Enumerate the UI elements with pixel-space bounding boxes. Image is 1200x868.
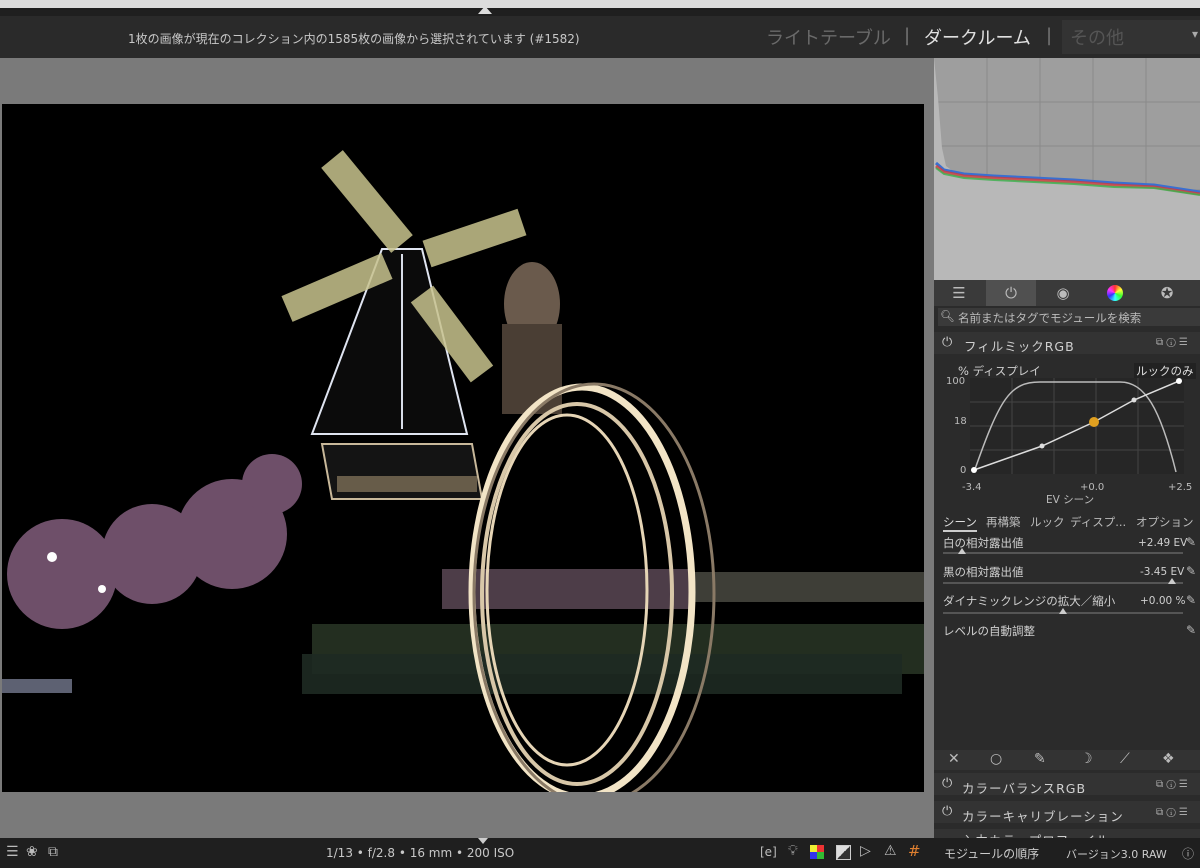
param-value[interactable]: +2.49 EV	[1138, 537, 1187, 549]
picker-icon[interactable]: ✎	[1186, 593, 1196, 607]
search-icon: 🔍︎	[940, 309, 955, 323]
module-controls-icon[interactable]: ⧉ ⓘ ☰	[1156, 337, 1188, 348]
white-slider[interactable]	[943, 552, 1183, 554]
power-icon[interactable]: ⏻	[986, 280, 1036, 306]
top-panel-handle[interactable]	[0, 0, 1200, 8]
x-tick: -3.4	[962, 482, 982, 493]
param-label: 白の相対露出値	[943, 536, 1024, 550]
parametric-icon[interactable]: ⟋	[1120, 751, 1130, 767]
grid-icon[interactable]: #	[908, 842, 921, 860]
collapse-top-arrow-icon[interactable]	[478, 6, 492, 14]
softproof-icon[interactable]	[810, 845, 824, 859]
slider-handle[interactable]	[1168, 578, 1176, 584]
module-title: フィルミックRGB	[964, 339, 1075, 354]
power-icon[interactable]: ⏻	[942, 776, 952, 791]
histogram-plot	[934, 58, 1200, 280]
module-controls-icon[interactable]: ⧉ ⓘ ☰	[1156, 807, 1188, 818]
path-icon[interactable]: ☽	[1080, 751, 1093, 767]
warning-icon[interactable]: ⚠	[884, 843, 897, 859]
focus-peaking-icon[interactable]: [e]	[760, 845, 777, 859]
x-caption: EV シーン	[1046, 494, 1095, 506]
picker-icon[interactable]: ✎	[1186, 564, 1196, 578]
module-title: カラーバランスRGB	[962, 781, 1087, 796]
tab-reconstruct[interactable]: 再構築	[986, 514, 1021, 530]
lightbulb-icon[interactable]: 💡︎	[788, 843, 798, 859]
slider-handle[interactable]	[1059, 608, 1067, 614]
chevron-down-icon[interactable]: ▾	[1192, 27, 1198, 41]
param-value[interactable]: +0.00 %	[1140, 595, 1186, 607]
presets-icon[interactable]: ❀	[26, 844, 38, 860]
brush-icon[interactable]: ✎	[1034, 751, 1046, 767]
module-title: カラーキャリブレーション	[962, 809, 1124, 824]
raster-icon[interactable]: ❖	[1162, 751, 1175, 767]
histogram[interactable]	[934, 58, 1200, 280]
slider-handle[interactable]	[958, 548, 966, 554]
y-tick: 100	[946, 376, 966, 387]
color-wheel-icon[interactable]	[1090, 280, 1140, 306]
module-controls-icon[interactable]: ⧉ ⓘ ☰	[1156, 779, 1188, 790]
look-only-label[interactable]: ルックのみ	[1134, 363, 1196, 379]
info-icon[interactable]: ⓘ	[1182, 845, 1194, 862]
power-icon[interactable]: ⏻	[942, 804, 952, 819]
play-icon[interactable]: ▷	[860, 843, 871, 859]
view-separator: |	[1046, 25, 1053, 46]
graph-label: % ディスプレイ	[958, 364, 1041, 378]
sliders-icon[interactable]: ☰	[934, 280, 984, 306]
module-header[interactable]: 入力カラープロファイル	[934, 829, 1200, 838]
menu-icon[interactable]: ☰	[6, 844, 19, 860]
view-lighttable[interactable]: ライトテーブル	[766, 24, 891, 50]
auto-level-label: レベルの自動調整	[943, 624, 1035, 638]
module-search-box[interactable]: 🔍︎ 名前またはタグでモジュールを検索	[938, 308, 1200, 326]
view-other[interactable]: その他	[1070, 24, 1124, 50]
tab-options[interactable]: オプション	[1136, 514, 1194, 530]
module-order-label: モジュールの順序	[944, 847, 1040, 861]
filmic-curve-graph[interactable]	[970, 378, 1184, 474]
param-label: 黒の相対露出値	[943, 565, 1024, 579]
exif-info: 1/13 • f/2.8 • 16 mm • 200 ISO	[326, 846, 515, 860]
y-tick: 0	[960, 465, 967, 476]
black-slider[interactable]	[943, 582, 1183, 584]
selection-info: 1枚の画像が現在のコレクション内の1585枚の画像から選択されています (#15…	[128, 32, 580, 46]
module-search-input[interactable]: 名前またはタグでモジュールを検索	[958, 310, 1141, 326]
tab-display[interactable]: ディスプ...	[1070, 514, 1126, 530]
y-tick: 18	[954, 416, 967, 427]
x-tick: +2.5	[1168, 482, 1193, 493]
view-darkroom[interactable]: ダークルーム	[924, 24, 1031, 50]
expand-bottom-arrow-icon[interactable]	[478, 838, 488, 844]
tab-scene[interactable]: シーン	[943, 514, 977, 532]
close-icon[interactable]: ✕	[948, 751, 960, 767]
mask-toolbar	[934, 750, 1200, 770]
photo-illustration	[2, 104, 924, 792]
photo-canvas[interactable]	[2, 104, 924, 792]
picker-icon[interactable]: ✎	[1186, 535, 1196, 549]
gamut-check-icon[interactable]	[836, 845, 851, 860]
view-separator: |	[904, 25, 911, 46]
param-value[interactable]: -3.45 EV	[1140, 566, 1184, 578]
module-title: 入力カラープロファイル	[962, 830, 1110, 838]
module-order-value[interactable]: バージョン3.0 RAW	[1066, 846, 1167, 862]
param-label: ダイナミックレンジの拡大／縮小	[943, 594, 1116, 608]
duplicate-icon[interactable]: ⧉	[48, 844, 58, 860]
circle-icon[interactable]: ○	[990, 751, 1002, 767]
power-icon[interactable]: ⏻	[942, 335, 952, 350]
picker-icon[interactable]: ✎	[1186, 623, 1196, 637]
aperture-icon[interactable]: ◉	[1038, 280, 1088, 306]
tab-look[interactable]: ルック	[1030, 514, 1065, 530]
effects-icon[interactable]: ✪	[1142, 280, 1192, 306]
